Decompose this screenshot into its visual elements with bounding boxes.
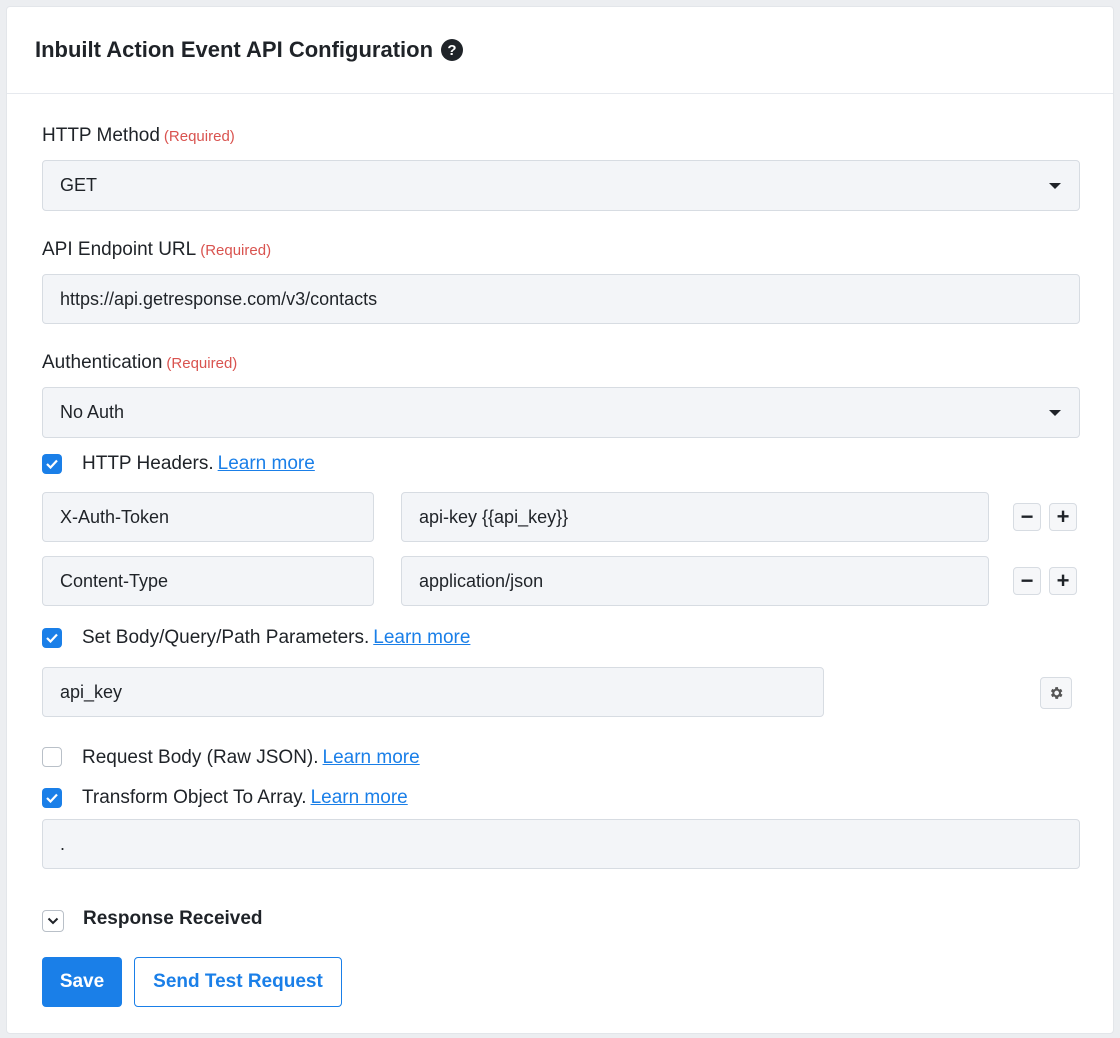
check-icon	[46, 459, 58, 469]
check-icon	[46, 793, 58, 803]
http-method-select[interactable]: GET	[42, 160, 1080, 211]
raw-body-label: Request Body (Raw JSON). Learn more	[82, 747, 420, 769]
minus-icon: −	[1020, 504, 1034, 529]
params-label: Set Body/Query/Path Parameters. Learn mor…	[82, 627, 470, 649]
send-test-request-button[interactable]: Send Test Request	[134, 957, 342, 1007]
http-headers-text: HTTP Headers.	[82, 453, 214, 474]
params-text: Set Body/Query/Path Parameters.	[82, 627, 370, 648]
endpoint-url-value: https://api.getresponse.com/v3/contacts	[60, 288, 378, 309]
param-value: api_key	[60, 681, 123, 702]
transform-path-input[interactable]: .	[42, 819, 1080, 869]
http-method-label: HTTP Method (Required)	[42, 125, 235, 147]
transform-path-value: .	[60, 833, 66, 854]
required-tag: (Required)	[200, 242, 272, 259]
chevron-down-icon	[47, 917, 59, 925]
endpoint-label: API Endpoint URL (Required)	[42, 239, 271, 261]
save-button[interactable]: Save	[42, 957, 122, 1007]
param-settings-button[interactable]	[1040, 677, 1072, 709]
raw-body-text: Request Body (Raw JSON).	[82, 747, 319, 768]
header-value-value: api-key {{api_key}}	[419, 506, 569, 527]
transform-text: Transform Object To Array.	[82, 787, 307, 808]
http-headers-label: HTTP Headers. Learn more	[82, 453, 315, 475]
auth-label: Authentication (Required)	[42, 352, 237, 374]
remove-header-button[interactable]: −	[1013, 567, 1041, 595]
header-key-input[interactable]: X-Auth-Token	[42, 492, 374, 542]
required-tag: (Required)	[166, 355, 238, 372]
api-config-card: Inbuilt Action Event API Configuration ?…	[6, 6, 1114, 1034]
add-header-button[interactable]: +	[1049, 503, 1077, 531]
header-key-value: Content-Type	[60, 570, 169, 591]
auth-label-text: Authentication	[42, 352, 163, 373]
header-value-input[interactable]: api-key {{api_key}}	[401, 492, 989, 542]
question-circle-icon[interactable]: ?	[441, 39, 464, 61]
plus-icon: +	[1056, 504, 1070, 529]
gear-icon	[1050, 687, 1063, 699]
http-headers-learn-more-link[interactable]: Learn more	[218, 453, 315, 474]
http-method-value: GET	[60, 175, 98, 195]
http-method-label-text: HTTP Method	[42, 125, 160, 146]
auth-value: No Auth	[60, 402, 125, 422]
response-toggle-button[interactable]	[42, 910, 64, 932]
response-received-label: Response Received	[83, 908, 263, 929]
endpoint-url-input[interactable]: https://api.getresponse.com/v3/contacts	[42, 274, 1080, 324]
caret-down-icon	[1049, 182, 1061, 189]
param-input[interactable]: api_key	[42, 667, 824, 717]
header-value-value: application/json	[419, 570, 544, 591]
plus-icon: +	[1056, 568, 1070, 593]
header-value-input[interactable]: application/json	[401, 556, 989, 606]
raw-body-checkbox[interactable]	[42, 747, 62, 767]
endpoint-label-text: API Endpoint URL	[42, 239, 197, 260]
minus-icon: −	[1020, 568, 1034, 593]
transform-checkbox[interactable]	[42, 788, 62, 808]
params-checkbox[interactable]	[42, 628, 62, 648]
caret-down-icon	[1049, 409, 1061, 416]
transform-learn-more-link[interactable]: Learn more	[311, 787, 408, 808]
transform-label: Transform Object To Array. Learn more	[82, 787, 408, 809]
auth-select[interactable]: No Auth	[42, 387, 1080, 438]
header-key-value: X-Auth-Token	[60, 506, 170, 527]
header-key-input[interactable]: Content-Type	[42, 556, 374, 606]
card-header: Inbuilt Action Event API Configuration ?	[7, 7, 1113, 94]
required-tag: (Required)	[163, 128, 235, 145]
remove-header-button[interactable]: −	[1013, 503, 1041, 531]
check-icon	[46, 633, 58, 643]
params-learn-more-link[interactable]: Learn more	[373, 627, 470, 648]
http-headers-checkbox[interactable]	[42, 454, 62, 474]
add-header-button[interactable]: +	[1049, 567, 1077, 595]
raw-body-learn-more-link[interactable]: Learn more	[323, 747, 420, 768]
page-title: Inbuilt Action Event API Configuration	[35, 37, 434, 62]
